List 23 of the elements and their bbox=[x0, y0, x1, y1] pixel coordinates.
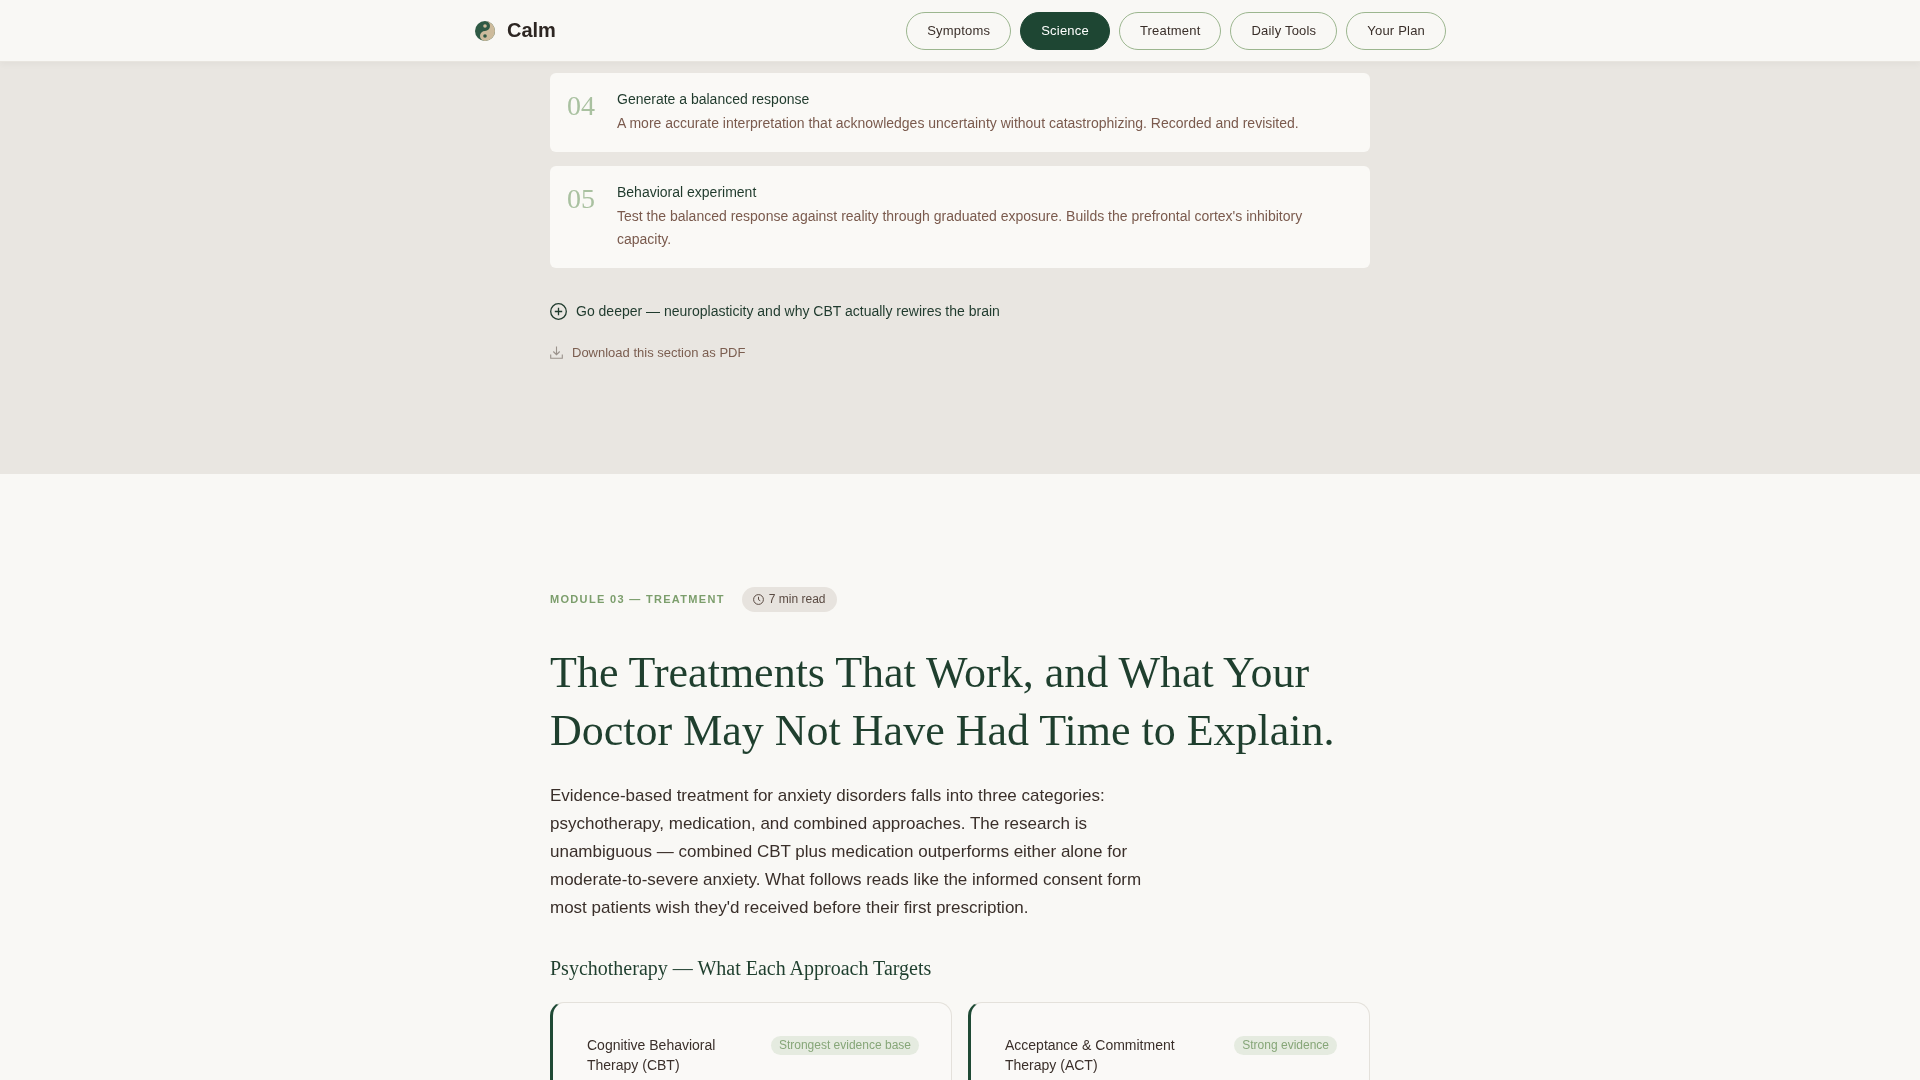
plus-circle-icon bbox=[550, 302, 567, 320]
nav-tab[interactable]: Science bbox=[1020, 11, 1110, 50]
download-icon bbox=[550, 346, 563, 359]
module-label: MODULE 03 — TREATMENT bbox=[550, 593, 725, 605]
section-heading: Psychotherapy — What Each Approach Targets bbox=[550, 955, 933, 982]
expand-link[interactable]: Go deeper — neuroplasticity and why CBT actually rewires the brain bbox=[550, 301, 1000, 321]
step-number: 04 bbox=[567, 89, 595, 123]
logo-icon bbox=[475, 20, 495, 41]
evidence-badge: Strongest evidence base bbox=[770, 1035, 919, 1055]
step-description: A more accurate interpretation that acknowledges uncertainty without catastrophizing. Recorded and revisited. bbox=[617, 114, 1300, 133]
therapy-name: Acceptance & Commitment Therapy (ACT) bbox=[1005, 1035, 1176, 1075]
evidence-badge: Strong evidence bbox=[1234, 1035, 1337, 1055]
read-time-text: 7 min read bbox=[768, 592, 826, 606]
module-title: The Treatments That Work, and What Your Doctor May Not Have Had Time to Explain. bbox=[550, 646, 1336, 757]
download-link[interactable]: Download this section as PDF bbox=[550, 343, 746, 362]
step-number: 05 bbox=[567, 182, 595, 216]
brand-name: Calm bbox=[507, 19, 556, 42]
clock-icon bbox=[752, 593, 764, 605]
step-description: Test the balanced response against reality through graduated exposure. Builds the prefrontal cortex's inhibitory capacity. bbox=[617, 207, 1304, 249]
intro-paragraph: Evidence-based treatment for anxiety disorders falls into three categories: psychotherapy, medication, and combined approaches. The research is unambiguous — combined CBT plus medication outperforms either alone for moderate-to-severe anxiety. What follows reads like the informed consent form most patients wish they'd received before their first prescription. bbox=[550, 784, 1143, 919]
therapy-name: Cognitive Behavioral Therapy (CBT) bbox=[587, 1035, 717, 1075]
step-title: Generate a balanced response bbox=[617, 90, 811, 109]
step-title: Behavioral experiment bbox=[617, 183, 758, 202]
